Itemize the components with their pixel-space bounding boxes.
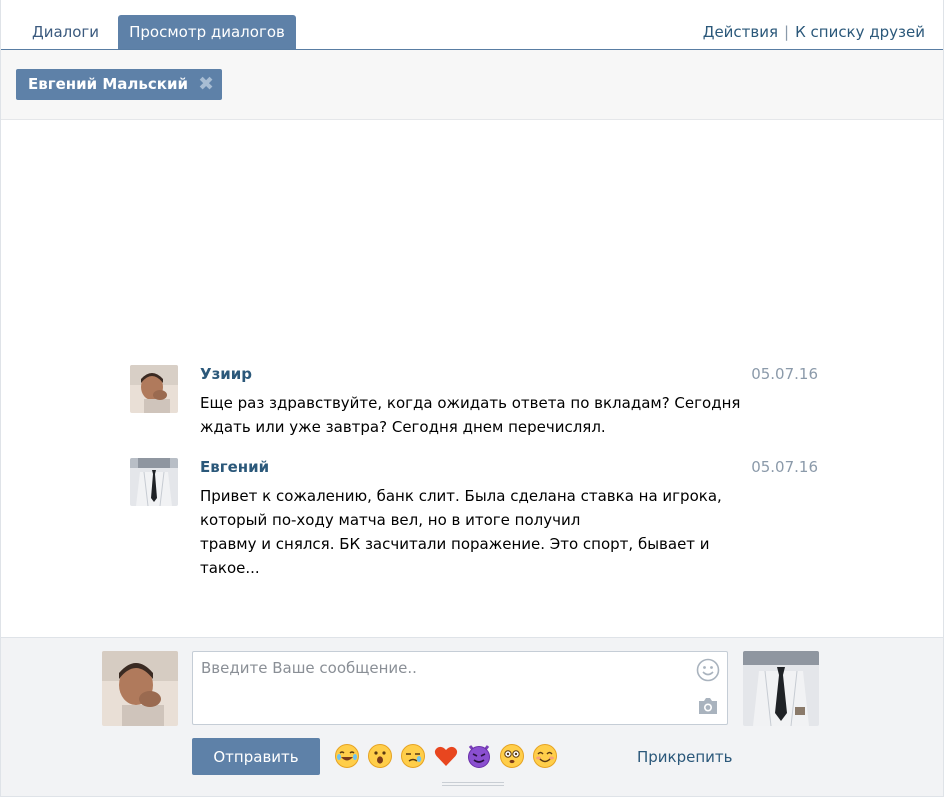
filter-bar: Евгений Мальский ✖ (1, 50, 943, 120)
message-line: который по-ходу матча вел, но в итоге по… (200, 511, 581, 529)
sleepy-emoji[interactable] (400, 743, 426, 769)
message-composer: Отправить (1, 637, 943, 796)
message-line: травму и снялся. БК засчитали поражение.… (200, 535, 710, 553)
message-line: Привет к сожалению, банк слит. Была сдел… (200, 487, 722, 505)
own-avatar[interactable] (102, 651, 178, 726)
avatar[interactable] (130, 458, 178, 506)
devil-emoji[interactable] (466, 743, 492, 769)
resize-handle[interactable] (442, 782, 504, 790)
heart-emoji[interactable] (433, 743, 459, 769)
avatar[interactable] (130, 365, 178, 413)
recipient-avatar[interactable] (743, 651, 819, 726)
message-line: Еще раз здравствуйте, когда ожидать отве… (200, 394, 741, 412)
close-icon[interactable]: ✖ (198, 69, 214, 100)
message-line: ждать или уже завтра? Сегодня днем переч… (200, 418, 606, 436)
message-item: Евгений 05.07.16 Привет к сожалению, бан… (130, 458, 820, 578)
blushing-smile-emoji[interactable] (532, 743, 558, 769)
message-input-box (192, 651, 728, 725)
message-input[interactable] (193, 652, 683, 722)
surprised-emoji[interactable] (367, 743, 393, 769)
header-actions: Действия | К списку друзей (703, 15, 925, 49)
send-button[interactable]: Отправить (192, 738, 320, 775)
message-author[interactable]: Узиир (200, 365, 252, 383)
message-author[interactable]: Евгений (200, 458, 269, 476)
tab-view-dialogs[interactable]: Просмотр диалогов (118, 15, 296, 49)
message-line: такое... (200, 559, 260, 577)
crying-laughing-emoji[interactable] (334, 743, 360, 769)
message-text: Еще раз здравствуйте, когда ожидать отве… (200, 391, 741, 439)
message-date: 05.07.16 (751, 365, 818, 383)
tab-dialogs[interactable]: Диалоги (17, 15, 114, 49)
smiley-icon[interactable] (696, 658, 720, 682)
to-friends-link[interactable]: К списку друзей (795, 23, 925, 41)
actions-separator: | (784, 23, 790, 41)
person-filter-label: Евгений Мальский (28, 75, 188, 93)
actions-link[interactable]: Действия (703, 23, 778, 41)
attach-link[interactable]: Прикрепить (637, 748, 733, 766)
message-item: Узиир 05.07.16 Еще раз здравствуйте, ког… (130, 365, 820, 436)
person-filter-chip[interactable]: Евгений Мальский ✖ (16, 69, 222, 100)
camera-icon[interactable] (697, 696, 719, 716)
dizzy-emoji[interactable] (499, 743, 525, 769)
tab-bar: Диалоги Просмотр диалогов Действия | К спи… (1, 0, 943, 50)
message-date: 05.07.16 (751, 458, 818, 476)
message-text: Привет к сожалению, банк слит. Была сдел… (200, 484, 722, 580)
